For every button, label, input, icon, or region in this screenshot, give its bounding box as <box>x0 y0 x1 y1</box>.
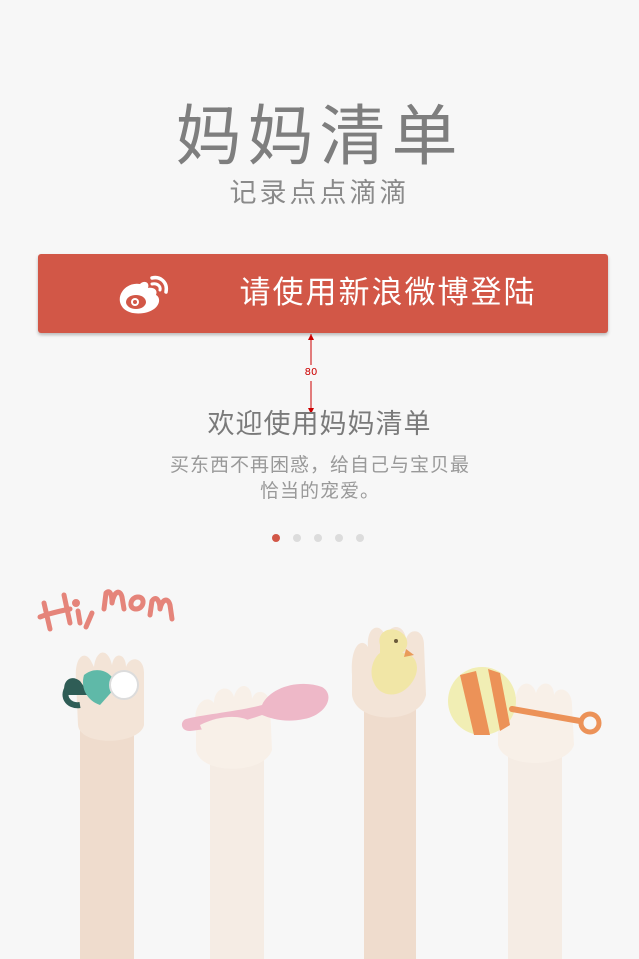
app-subtitle: 记录点点滴滴 <box>229 178 410 209</box>
login-button-label: 请使用新浪微博登陆 <box>239 275 537 311</box>
welcome-title: 欢迎使用妈妈清单 <box>207 409 432 440</box>
hand-duck <box>351 627 426 959</box>
weibo-icon <box>119 275 169 314</box>
page-indicator <box>272 534 364 546</box>
page-dot-4[interactable] <box>335 534 343 542</box>
hand-spoon <box>181 683 329 959</box>
app-title: 妈妈清单 <box>175 98 464 175</box>
weibo-login-button[interactable]: 请使用新浪微博登陆 <box>38 254 608 333</box>
page-dot-5[interactable] <box>356 534 364 542</box>
hand-rattle <box>448 667 602 959</box>
page-dot-1[interactable] <box>272 534 280 542</box>
hi-mom-lettering <box>37 589 175 632</box>
page-dot-2[interactable] <box>293 534 301 542</box>
page-dot-3[interactable] <box>314 534 322 542</box>
hand-pacifier <box>62 652 144 959</box>
spacing-annotation-label: 80 <box>304 367 318 378</box>
welcome-description-line: 买东西不再困惑，给自己与宝贝最 <box>169 454 470 476</box>
welcome-screen: 妈妈清单 记录点点滴滴 请使用新浪微博登陆 80 欢迎使用妈妈清单 买东西不再困… <box>0 0 639 959</box>
welcome-description-line: 恰当的宠爱。 <box>259 480 380 502</box>
welcome-description: 买东西不再困惑，给自己与宝贝最 恰当的宠爱。 <box>150 452 490 504</box>
hands-illustration <box>37 589 602 959</box>
